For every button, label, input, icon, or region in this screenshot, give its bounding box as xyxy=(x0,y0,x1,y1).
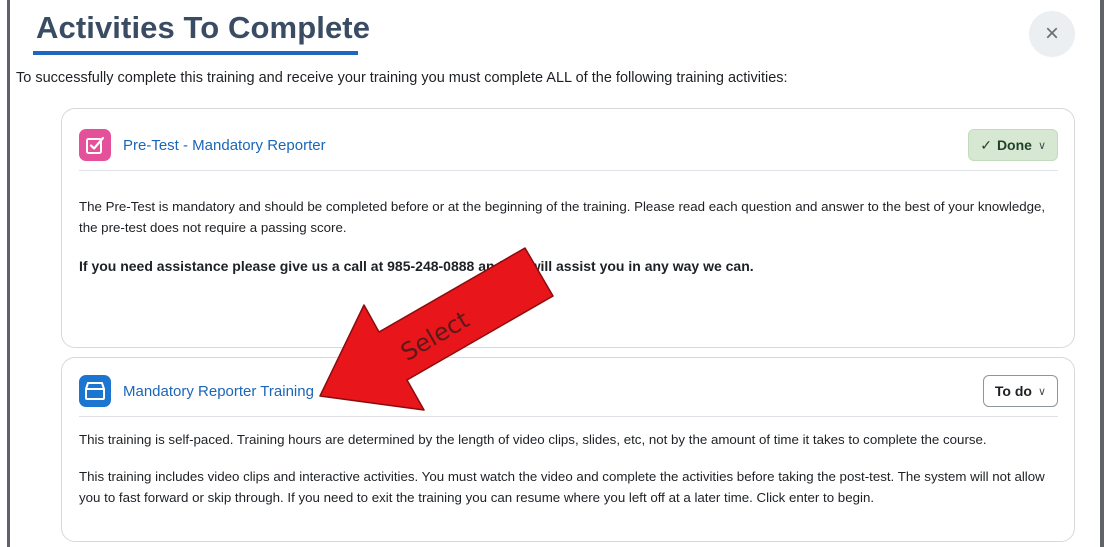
check-icon: ✓ xyxy=(980,136,992,153)
quiz-checkbox-icon xyxy=(79,129,111,161)
right-border xyxy=(1100,0,1104,547)
status-label: Done xyxy=(996,137,1032,153)
card-divider xyxy=(79,170,1058,171)
activity-link-training[interactable]: Mandatory Reporter Training xyxy=(123,383,314,400)
status-label: To do xyxy=(994,383,1032,399)
activity-header: Mandatory Reporter Training To do ∨ xyxy=(79,375,1058,409)
scorm-package-icon xyxy=(79,375,111,407)
status-dropdown-done[interactable]: ✓ Done ∨ xyxy=(968,129,1058,161)
close-button[interactable]: × xyxy=(1029,11,1075,57)
left-border xyxy=(7,0,10,547)
title-underline xyxy=(33,51,358,55)
activity-card-training: Mandatory Reporter Training To do ∨ This… xyxy=(61,357,1075,542)
activity-link-pretest[interactable]: Pre-Test - Mandatory Reporter xyxy=(123,137,326,154)
chevron-down-icon: ∨ xyxy=(1037,385,1046,398)
activity-description: The Pre-Test is mandatory and should be … xyxy=(79,199,1046,235)
activity-card-pretest: Pre-Test - Mandatory Reporter ✓ Done ∨ T… xyxy=(61,108,1075,348)
chevron-down-icon: ∨ xyxy=(1037,139,1046,152)
status-dropdown-todo[interactable]: To do ∨ xyxy=(982,375,1058,407)
activity-note: If you need assistance please give us a … xyxy=(79,258,754,274)
card-divider xyxy=(79,416,1058,417)
activity-header: Pre-Test - Mandatory Reporter ✓ Done ∨ xyxy=(79,129,1058,163)
dialog-title: Activities To Complete xyxy=(36,10,371,45)
activity-description: This training is self-paced. Training ho… xyxy=(79,432,987,447)
close-icon: × xyxy=(1044,20,1059,47)
activity-description-2: This training includes video clips and i… xyxy=(79,469,1045,505)
intro-text: To successfully complete this training a… xyxy=(16,70,788,86)
